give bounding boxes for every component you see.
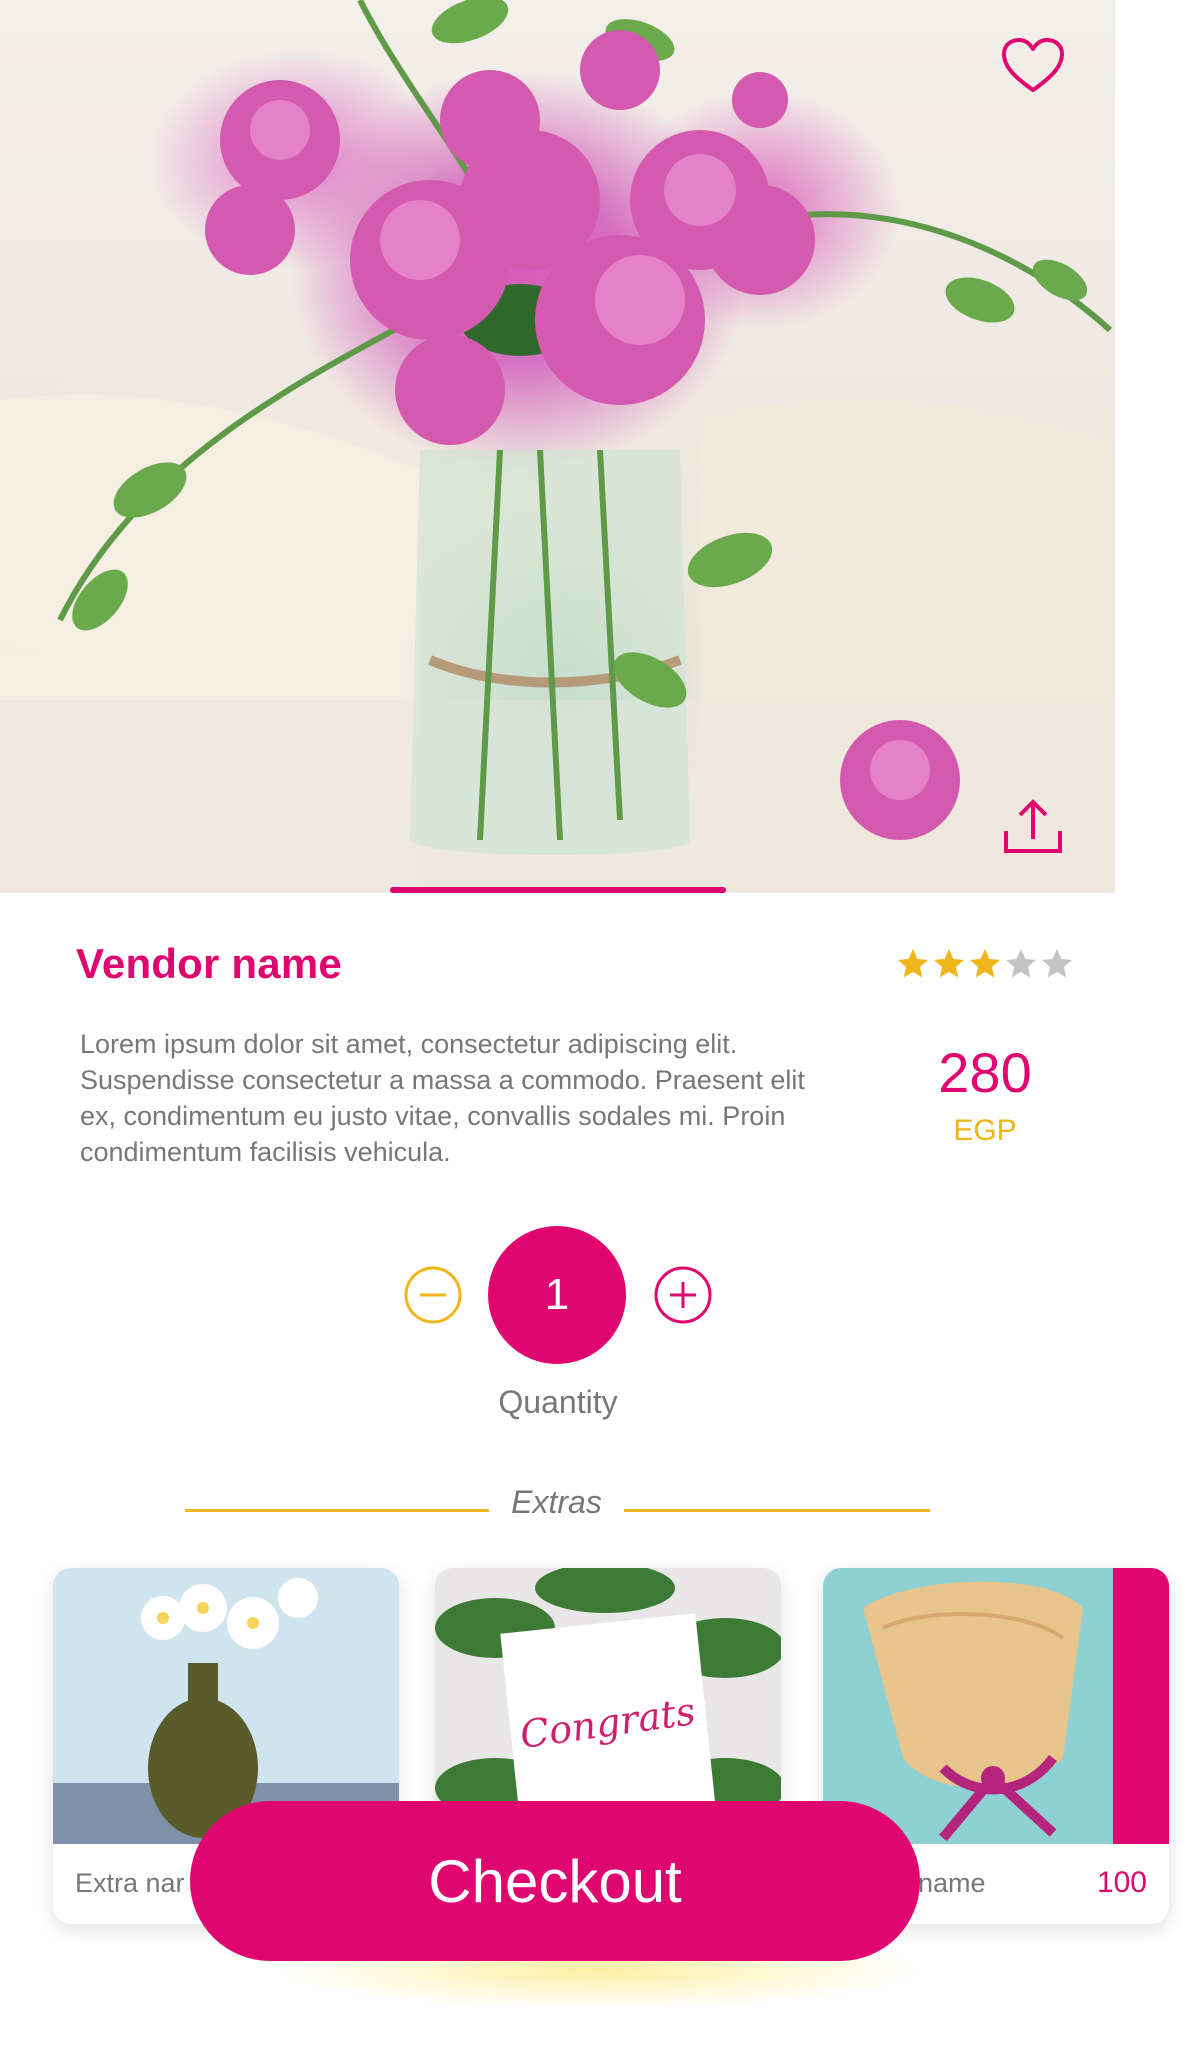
rating-stars [895,946,1075,982]
price-currency: EGP [953,1114,1017,1147]
share-icon [1004,799,1062,853]
favorite-button[interactable] [1000,36,1066,96]
star-icon [898,949,928,978]
share-button[interactable] [1000,797,1066,857]
quantity-value: 1 [488,1226,626,1364]
decrease-quantity-button[interactable] [403,1265,463,1325]
checkout-button[interactable]: Checkout [190,1801,920,1961]
extra-name: name [918,1868,986,1898]
carousel-indicator [390,887,726,893]
flower-photo [0,0,1115,893]
extras-title: Extras [511,1484,602,1520]
product-description: Lorem ipsum dolor sit amet, consectetur … [80,1029,805,1167]
extra-price: 100 [1096,1866,1147,1899]
star-icon [934,949,964,978]
plus-icon [654,1266,712,1324]
vendor-name: Vendor name [76,940,342,987]
star-icon [1006,949,1036,978]
extra-image [823,1568,1169,1844]
quantity-label: Quantity [498,1384,618,1420]
price-value: 280 [938,1041,1032,1104]
extra-name: Extra nar [75,1868,185,1898]
product-image[interactable] [0,0,1115,893]
heart-icon [1002,38,1064,92]
minus-icon [404,1266,462,1324]
increase-quantity-button[interactable] [653,1265,713,1325]
star-icon [1042,949,1072,978]
extras-divider-left [185,1509,489,1512]
extras-divider-right [624,1509,930,1512]
star-icon [970,949,1000,978]
